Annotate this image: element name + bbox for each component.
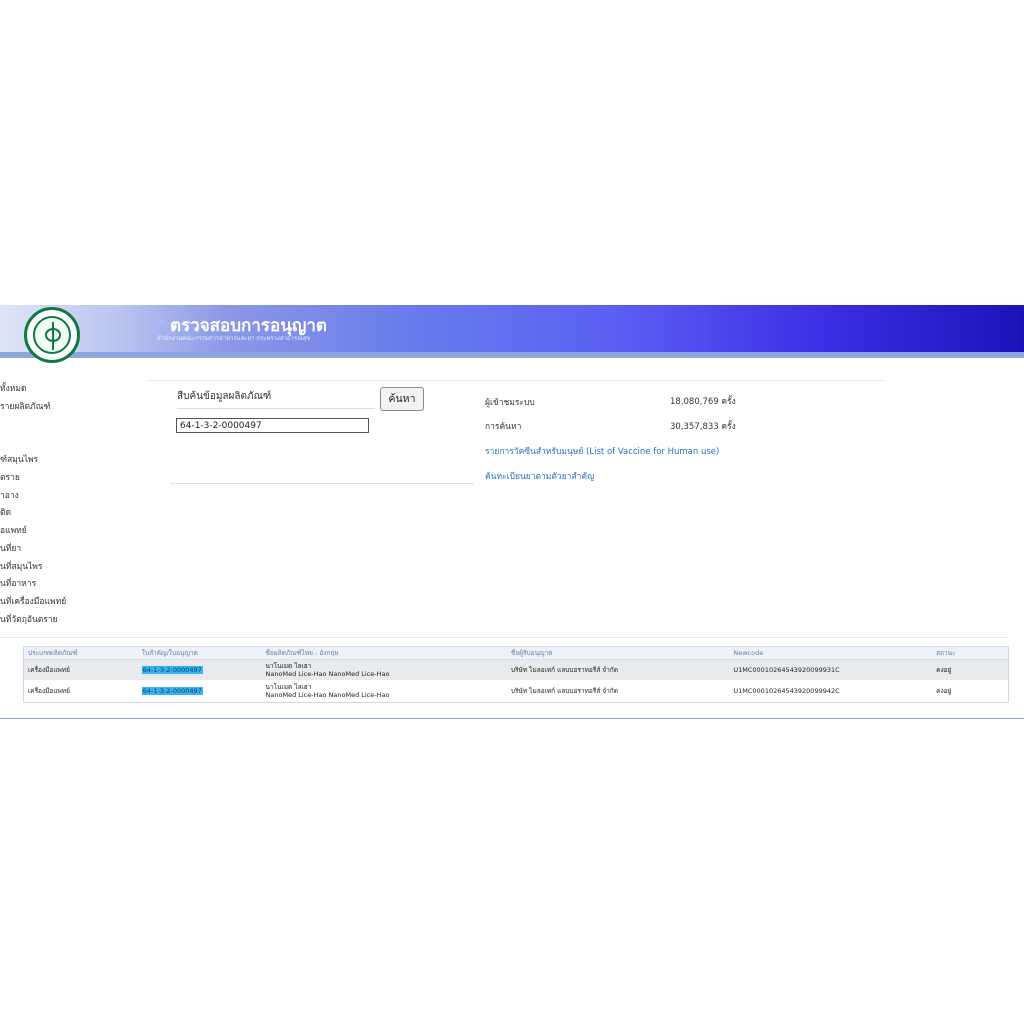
search-label: สืบค้นข้อมูลผลิตภัณฑ์ <box>177 391 272 402</box>
search-input[interactable] <box>176 418 369 433</box>
product-name-th: นาโนเมด ไลเฮา <box>265 682 312 691</box>
cell-product-name: นาโนเมด ไลเฮา NanoMed Lice-Hao NanoMed L… <box>261 659 507 680</box>
footer-divider <box>0 718 1024 719</box>
column-header-status[interactable]: สถานะ <box>932 647 1008 660</box>
cell-product-name: นาโนเมด ไลเฮา NanoMed Lice-Hao NanoMed L… <box>261 680 507 701</box>
visitors-label: ผู้เข้าชมระบบ <box>485 398 535 408</box>
search-panel-divider <box>170 483 474 484</box>
results-table: ประเภทผลิตภัณฑ์ ใบสำคัญ/ใบอนุญาต ชื่อผลิ… <box>23 646 1009 703</box>
column-header-newcode[interactable]: Newcode <box>729 647 933 660</box>
nav-item-food-place[interactable]: นที่อาหาร <box>0 576 36 590</box>
logo-snake <box>45 328 61 342</box>
cell-status: คงอยู่ <box>932 659 1008 680</box>
results-divider <box>0 637 1008 638</box>
title-bullet-icon <box>156 317 164 325</box>
page-subtitle: สำนักงานคณะกรรมการอาหารและยา กระทรวงสาธา… <box>157 335 311 342</box>
cell-company: บริษัท ไมลอเทก์ แลบบอราทอรีส์ จำกัด <box>506 659 730 680</box>
column-header-license[interactable]: ใบสำคัญ/ใบอนุญาต <box>137 647 262 660</box>
cell-status: คงอยู่ <box>932 680 1008 701</box>
cell-company: บริษัท ไมลอเทก์ แลบบอราทอรีส์ จำกัด <box>506 680 730 701</box>
registry-search-link[interactable]: ค้นทะเบียนยาตามตัวยาสำคัญ <box>485 469 594 483</box>
column-header-name[interactable]: ชื่อผลิตภัณฑ์ไทย - อังกฤษ <box>261 647 507 660</box>
nav-item-herbal-place[interactable]: นที่สมุนไพร <box>0 559 42 573</box>
nav-item-cosmetics[interactable]: ำอาง <box>0 488 19 502</box>
product-name-th: นาโนเมด ไลเฮา <box>265 661 312 670</box>
table-row[interactable]: เครื่องมือแพทย์ 64-1-3-2-0000497 นาโนเมด… <box>24 680 1008 701</box>
cell-type: เครื่องมือแพทย์ <box>24 680 138 701</box>
cell-type: เครื่องมือแพทย์ <box>24 659 138 680</box>
nav-item-hazard-place[interactable]: นที่วัตถุอันตราย <box>0 612 58 626</box>
visitors-value: 18,080,769 ครั้ง <box>670 397 736 407</box>
table-header-row: ประเภทผลิตภัณฑ์ ใบสำคัญ/ใบอนุญาต ชื่อผลิ… <box>24 647 1008 660</box>
search-button[interactable]: ค้นหา <box>380 387 424 411</box>
nav-item-drug-place[interactable]: นที่ยา <box>0 541 21 555</box>
nav-item-by-product[interactable]: รายผลิตภัณฑ์ <box>0 399 51 413</box>
license-highlight[interactable]: 64-1-3-2-0000497 <box>141 665 203 674</box>
table-row[interactable]: เครื่องมือแพทย์ 64-1-3-2-0000497 นาโนเมด… <box>24 659 1008 680</box>
nav-item-device-place[interactable]: นที่เครื่องมือแพทย์ <box>0 594 66 608</box>
nav-item-all[interactable]: ทั้งหมด <box>0 381 26 395</box>
license-highlight[interactable]: 64-1-3-2-0000497 <box>141 686 203 695</box>
cell-newcode: U1MC00010264543920099931C <box>729 659 933 680</box>
searches-value: 30,357,833 ครั้ง <box>670 422 736 432</box>
nav-item-hazardous[interactable]: ตราย <box>0 470 20 484</box>
vaccine-list-link[interactable]: รายการวัคซีนสำหรับมนุษย์ (List of Vaccin… <box>485 444 719 458</box>
cell-license[interactable]: 64-1-3-2-0000497 <box>137 659 262 680</box>
column-header-company[interactable]: ชื่อผู้รับอนุญาต <box>506 647 730 660</box>
panel-divider <box>148 380 884 381</box>
nav-item-narcotics[interactable]: ติด <box>0 505 11 519</box>
searches-label: การค้นหา <box>485 422 522 432</box>
header-banner <box>0 305 1024 352</box>
cell-newcode: U1MC00010264543920099942C <box>729 680 933 701</box>
moph-logo-icon[interactable] <box>24 307 80 363</box>
product-name-en: NanoMed Lice-Hao NanoMed Lice-Hao <box>265 690 390 699</box>
nav-item-herbal[interactable]: ฑ์สมุนไพร <box>0 452 38 466</box>
logo-inner-ring <box>33 316 71 354</box>
cell-license[interactable]: 64-1-3-2-0000497 <box>137 680 262 701</box>
column-header-type[interactable]: ประเภทผลิตภัณฑ์ <box>24 647 138 660</box>
product-name-en: NanoMed Lice-Hao NanoMed Lice-Hao <box>265 669 390 678</box>
nav-item-medical-device[interactable]: อแพทย์ <box>0 523 27 537</box>
header-stripe <box>0 352 1024 358</box>
search-label-underline <box>177 408 375 409</box>
